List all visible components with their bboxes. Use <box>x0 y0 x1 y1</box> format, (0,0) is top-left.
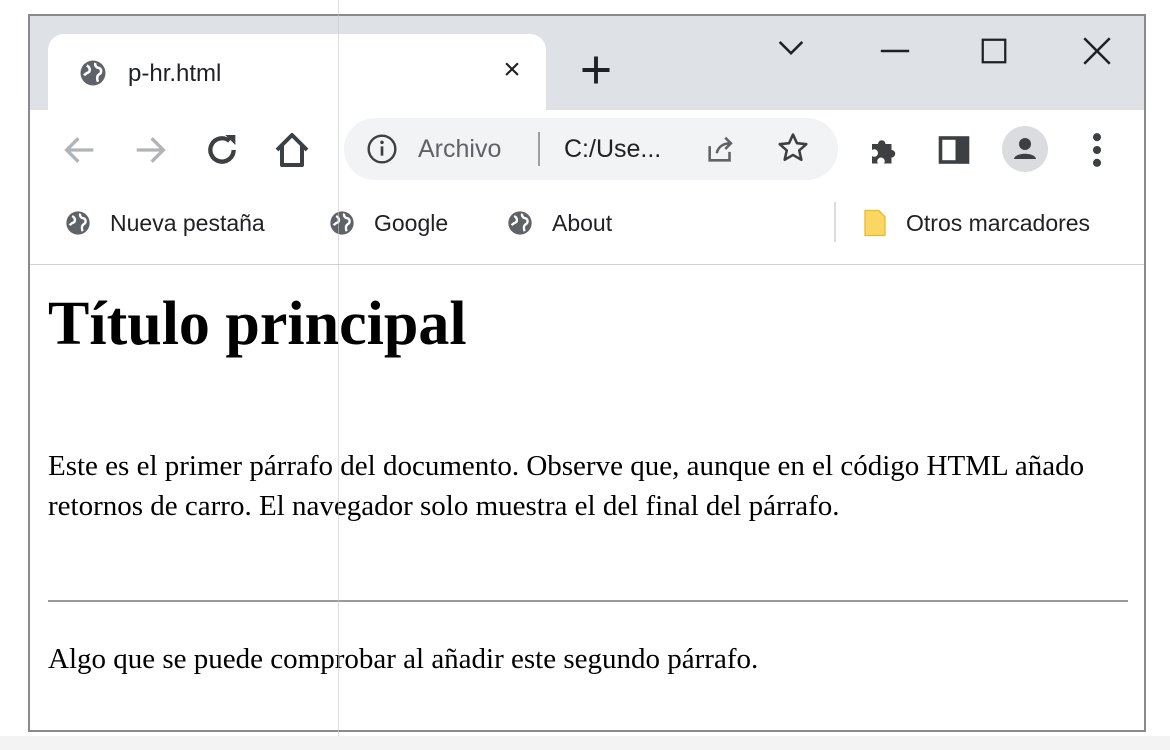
paragraph-first: Este es el primer párrafo del documento.… <box>48 450 1085 522</box>
page-heading: Título principal <box>48 290 467 358</box>
globe-icon <box>80 60 106 86</box>
home-icon[interactable] <box>272 130 312 170</box>
bookmarks-bar: Nueva pestaña Google About Otros marcado… <box>30 192 1144 265</box>
security-label: Archivo <box>418 135 502 163</box>
close-icon[interactable] <box>1080 34 1114 68</box>
tab-title: p-hr.html <box>128 60 222 87</box>
bookmark-about[interactable]: About <box>506 206 612 240</box>
plus-icon[interactable] <box>578 52 614 88</box>
toolbar: Archivo C:/Use... <box>30 110 1144 192</box>
bookmarks-divider <box>834 202 836 242</box>
bookmark-otros-marcadores[interactable]: Otros marcadores <box>862 206 1090 240</box>
horizontal-rule <box>48 600 1128 602</box>
bookmark-label: About <box>552 209 613 236</box>
browser-window: p-hr.html × Archivo C:/Use... Nueva pest… <box>28 14 1146 732</box>
reload-icon[interactable] <box>202 130 242 170</box>
omnibox-divider <box>538 132 540 166</box>
menu-icon[interactable] <box>1082 128 1112 172</box>
forward-arrow-icon[interactable] <box>130 130 170 170</box>
globe-icon <box>508 211 532 235</box>
maximize-icon[interactable] <box>978 36 1010 66</box>
bookmark-label: Otros marcadores <box>906 209 1091 236</box>
scan-crease-line <box>338 0 339 740</box>
bookmark-label: Nueva pestaña <box>110 209 265 236</box>
minimize-icon[interactable] <box>878 38 912 64</box>
side-panel-icon[interactable] <box>936 132 972 168</box>
back-arrow-icon[interactable] <box>60 130 100 170</box>
active-tab[interactable]: p-hr.html × <box>48 34 546 110</box>
profile-icon <box>1014 138 1036 159</box>
tab-close-icon[interactable]: × <box>496 54 528 86</box>
share-icon[interactable] <box>704 132 738 166</box>
profile-avatar[interactable] <box>1002 126 1048 172</box>
address-bar[interactable]: Archivo C:/Use... <box>344 118 838 180</box>
tab-search-icon[interactable] <box>774 36 808 62</box>
info-icon[interactable] <box>366 133 398 165</box>
folder-icon <box>864 209 886 237</box>
page-content: Título principal Este es el primer párra… <box>30 265 1144 730</box>
globe-icon <box>66 211 90 235</box>
puzzle-icon[interactable] <box>866 132 902 168</box>
tab-strip: p-hr.html × <box>30 16 1144 110</box>
bookmark-nueva-pestana[interactable]: Nueva pestaña <box>64 206 265 240</box>
paragraph-second: Algo que se puede comprobar al añadir es… <box>48 643 759 675</box>
url-text[interactable]: C:/Use... <box>564 135 661 164</box>
globe-icon <box>330 211 354 235</box>
star-icon[interactable] <box>776 131 810 165</box>
bookmark-google[interactable]: Google <box>328 206 448 240</box>
bookmark-label: Google <box>374 209 449 236</box>
bottom-margin <box>0 736 1170 750</box>
